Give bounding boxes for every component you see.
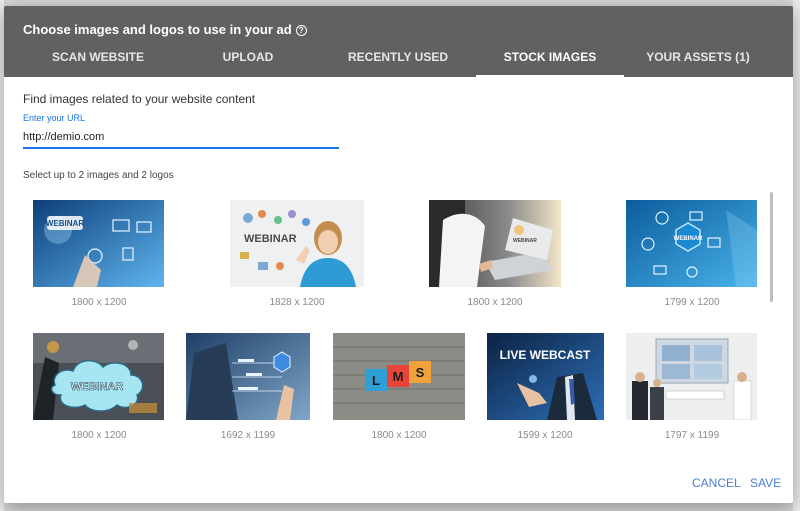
webinar-hexagon-image: WEBINAR — [626, 200, 757, 287]
image-dimensions: 1800 x 1200 — [71, 430, 127, 441]
tab-upload[interactable]: UPLOAD — [192, 44, 304, 77]
dialog-title-text: Choose images and logos to use in your a… — [23, 22, 292, 37]
image-picker-dialog: Choose images and logos to use in your a… — [4, 6, 793, 503]
thumb-caption: LIVE WEBCAST — [500, 348, 591, 362]
tab-your-assets[interactable]: YOUR ASSETS (1) — [634, 44, 762, 77]
image-dimensions: 1800 x 1200 — [371, 430, 427, 441]
tab-label: YOUR ASSETS (1) — [646, 50, 750, 64]
meeting-room-image — [626, 333, 757, 420]
selection-hint: Select up to 2 images and 2 logos — [23, 170, 174, 181]
image-dimensions: 1800 x 1200 — [467, 297, 523, 308]
thumb-caption: WEBINAR — [71, 381, 124, 393]
thumb-caption-letter: M — [393, 369, 404, 384]
scrollbar-thumb[interactable] — [770, 192, 773, 302]
tab-label: RECENTLY USED — [347, 50, 449, 64]
stock-image-9[interactable] — [626, 333, 757, 420]
dialog-title: Choose images and logos to use in your a… — [23, 22, 307, 37]
webinar-touch-image: WEBINAR — [33, 200, 164, 287]
url-input[interactable] — [23, 126, 339, 149]
webinar-woman-image: WEBINAR — [230, 200, 364, 287]
image-dimensions: 1599 x 1200 — [517, 430, 573, 441]
thumb-caption: WEBINAR — [513, 238, 537, 244]
backdrop-right — [793, 0, 800, 511]
webinar-cloud-image: WEBINAR — [33, 333, 164, 420]
dialog-header: Choose images and logos to use in your a… — [4, 6, 793, 77]
stock-image-3[interactable]: WEBINAR — [429, 200, 561, 287]
tab-label: STOCK IMAGES — [503, 50, 597, 64]
help-circle-icon[interactable]: ? — [295, 25, 307, 36]
stock-image-4[interactable]: WEBINAR — [626, 200, 757, 287]
tab-scan-website[interactable]: SCAN WEBSITE — [4, 44, 192, 77]
stock-image-7[interactable]: L M S — [333, 333, 465, 420]
laptop-webinar-image: WEBINAR — [429, 200, 561, 287]
thumb-caption: WEBINAR — [46, 219, 84, 228]
url-field-label: Enter your URL — [23, 113, 86, 123]
image-dimensions: 1799 x 1200 — [664, 297, 720, 308]
stock-image-8[interactable]: LIVE WEBCAST — [487, 333, 604, 420]
tab-label: UPLOAD — [222, 50, 274, 64]
stock-image-2[interactable]: WEBINAR — [230, 200, 364, 287]
image-dimensions: 1797 x 1199 — [664, 430, 720, 441]
tab-label: SCAN WEBSITE — [51, 50, 144, 64]
thumb-caption-letter: S — [416, 365, 425, 380]
lms-blocks-image: L M S — [333, 333, 465, 420]
thumb-caption: WEBINAR — [244, 233, 297, 245]
find-images-label: Find images related to your website cont… — [23, 92, 256, 106]
stock-image-6[interactable] — [186, 333, 310, 420]
cancel-button[interactable]: CANCEL — [692, 476, 741, 490]
image-dimensions: 1828 x 1200 — [269, 297, 325, 308]
tab-stock-images[interactable]: STOCK IMAGES — [476, 44, 624, 77]
image-dimensions: 1800 x 1200 — [71, 297, 127, 308]
tab-recently-used[interactable]: RECENTLY USED — [324, 44, 472, 77]
image-dimensions: 1692 x 1199 — [220, 430, 276, 441]
tab-bar: SCAN WEBSITE UPLOAD RECENTLY USED STOCK … — [4, 44, 793, 77]
stock-image-1[interactable]: WEBINAR — [33, 200, 164, 287]
thumb-caption: WEBINAR — [674, 236, 703, 242]
stock-image-5[interactable]: WEBINAR — [33, 333, 164, 420]
save-button[interactable]: SAVE — [750, 476, 781, 490]
live-webcast-image: LIVE WEBCAST — [487, 333, 604, 420]
business-diagram-image — [186, 333, 310, 420]
thumb-caption-letter: L — [372, 373, 380, 388]
